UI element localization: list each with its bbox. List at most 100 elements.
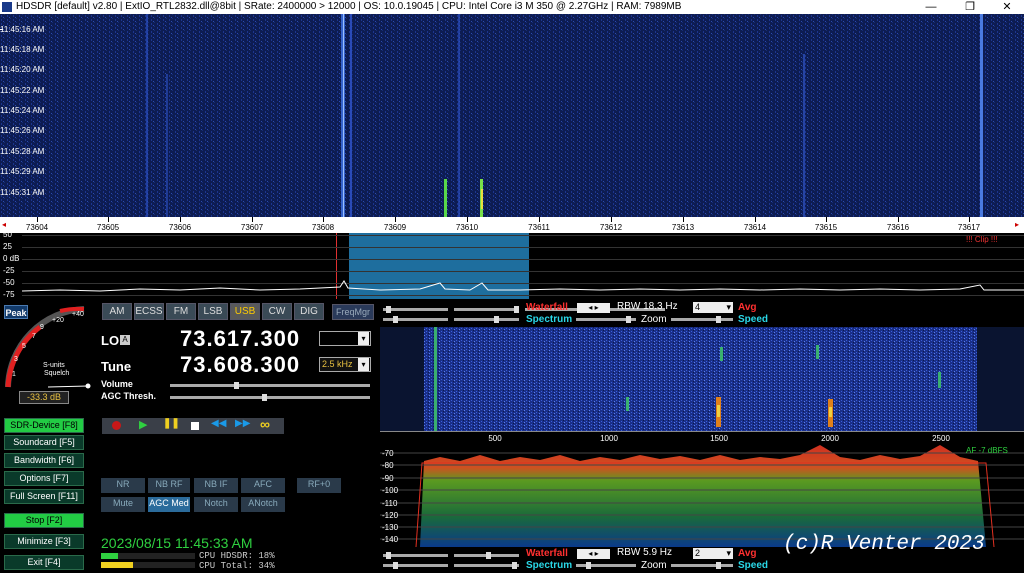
exit-button[interactable]: Exit [F4] <box>4 555 84 570</box>
timestamp: 11:45:16 AM <box>0 25 45 34</box>
af-spec-slider-2[interactable] <box>454 562 519 569</box>
freq-label: 73612 <box>599 223 623 232</box>
rf-gain-button[interactable]: RF+0 <box>297 478 341 493</box>
lo-dropdown[interactable]: ▾ <box>319 331 371 346</box>
tune-frequency-display[interactable]: 73.608.300 <box>180 352 300 378</box>
soundcard-button[interactable]: Soundcard [F5] <box>4 435 84 450</box>
slider-knob[interactable] <box>512 562 517 569</box>
signal-level-readout: -33.3 dB <box>19 391 69 404</box>
options-button[interactable]: Options [F7] <box>4 471 84 486</box>
spec-slider-3[interactable] <box>576 316 636 323</box>
minimize-window-button[interactable]: — <box>920 0 942 14</box>
af-spec-slider-3[interactable] <box>576 562 636 569</box>
smeter-scale-label: 3 <box>14 356 18 363</box>
af-waterfall[interactable] <box>380 327 1024 431</box>
agc-thresh-slider-knob[interactable] <box>262 394 267 401</box>
volume-slider[interactable] <box>170 382 370 389</box>
slider-knob[interactable] <box>393 316 398 323</box>
slider-knob[interactable] <box>716 316 721 323</box>
wf-slider-1[interactable] <box>383 306 448 313</box>
slider-knob[interactable] <box>386 552 391 559</box>
scroll-left-icon[interactable]: ◂ <box>2 220 6 229</box>
slider-knob[interactable] <box>386 306 391 313</box>
slider-knob[interactable] <box>393 562 398 569</box>
mode-ecss-button[interactable]: ECSS <box>134 303 164 320</box>
af-wf-slider-1[interactable] <box>383 552 448 559</box>
freq-tick <box>611 217 612 222</box>
af-db-label: -70 <box>382 449 394 458</box>
af-frequency-scale[interactable]: 500 1000 1500 2000 2500 <box>380 431 1024 445</box>
waterfall-controls: Waterfall ◂ ▸ RBW 18.3 Hz 4 ▾ Avg Spectru… <box>380 301 1024 326</box>
agc-thresh-label: AGC Thresh. <box>101 391 157 401</box>
full-screen-button[interactable]: Full Screen [F11] <box>4 489 84 504</box>
agc-med-button[interactable]: AGC Med <box>148 497 190 512</box>
tune-step-value: 2.5 kHz <box>322 359 353 369</box>
sdr-device-button[interactable]: SDR-Device [F8] <box>4 418 84 433</box>
stop-button[interactable]: Stop [F2] <box>4 513 84 528</box>
af-db-label: -100 <box>382 486 399 495</box>
freq-tick <box>683 217 684 222</box>
smeter-scale-label: 7 <box>32 333 36 340</box>
slider-knob[interactable] <box>486 552 491 559</box>
avg-top-dropdown[interactable]: 4 ▾ <box>693 302 733 313</box>
pause-icon[interactable]: ❚❚ <box>163 418 180 429</box>
smeter-title: S-units <box>43 362 65 369</box>
mode-usb-button[interactable]: USB <box>230 303 260 320</box>
play-icon[interactable]: ▶ <box>139 418 147 431</box>
afc-button[interactable]: AFC <box>241 478 285 493</box>
restore-window-button[interactable]: ❐ <box>959 0 981 14</box>
slider-knob[interactable] <box>494 316 499 323</box>
volume-slider-knob[interactable] <box>234 382 239 389</box>
spec-slider-2[interactable] <box>454 316 519 323</box>
mode-dig-button[interactable]: DIG <box>294 303 324 320</box>
agc-thresh-slider[interactable] <box>170 394 370 401</box>
af-spectrum[interactable]: -70 -80 -90 -100 -110 -120 -130 -140 AF … <box>380 445 1024 547</box>
record-icon[interactable] <box>112 421 121 430</box>
avg-bottom-dropdown[interactable]: 2 ▾ <box>693 548 733 559</box>
lo-frequency-display[interactable]: 73.617.300 <box>180 326 300 352</box>
app-icon <box>2 2 12 12</box>
rf-waterfall[interactable]: 11:45:16 AM 11:45:18 AM 11:45:20 AM 11:4… <box>0 14 1024 217</box>
fast-forward-icon[interactable]: ▶▶ <box>235 418 250 429</box>
af-wf-arrows-button[interactable]: ◂ ▸ <box>577 549 610 559</box>
smeter-scale-label: 1 <box>12 371 16 378</box>
close-window-button[interactable]: ✕ <box>996 0 1018 14</box>
slider-knob[interactable] <box>514 306 519 313</box>
stop-icon[interactable] <box>191 422 199 430</box>
minimize-button[interactable]: Minimize [F3] <box>4 534 84 549</box>
zoom-bottom-slider[interactable] <box>671 562 733 569</box>
loop-icon[interactable]: ∞ <box>260 416 270 432</box>
af-wf-slider-2[interactable] <box>454 552 519 559</box>
rewind-icon[interactable]: ◀◀ <box>211 418 226 429</box>
mode-lsb-button[interactable]: LSB <box>198 303 228 320</box>
nb-if-button[interactable]: NB IF <box>194 478 238 493</box>
spec-slider-1[interactable] <box>383 316 448 323</box>
chevron-down-icon[interactable]: ▾ <box>358 332 369 345</box>
wf-slider-2[interactable] <box>454 306 519 313</box>
timestamp: 11:45:26 AM <box>0 126 45 135</box>
bandwidth-button[interactable]: Bandwidth [F6] <box>4 453 84 468</box>
rf-spectrum[interactable]: 50 25 0 dB -25 -50 -75 !!! Clip !!! <box>0 233 1024 299</box>
scroll-right-icon[interactable]: ▸ <box>1015 220 1019 229</box>
freqmgr-button[interactable]: FreqMgr <box>332 304 374 320</box>
frequency-scale[interactable]: ◂ ▸ 73604 73605 73606 73607 73608 73609 … <box>0 217 1024 233</box>
slider-knob[interactable] <box>586 562 591 569</box>
timestamp: 11:45:31 AM <box>0 188 45 197</box>
slider-knob[interactable] <box>626 316 631 323</box>
slider-knob[interactable] <box>716 562 721 569</box>
mode-fm-button[interactable]: FM <box>166 303 196 320</box>
tune-step-dropdown[interactable]: 2.5 kHz ▾ <box>319 357 371 372</box>
anotch-button[interactable]: ANotch <box>241 497 285 512</box>
lo-a-badge[interactable]: A <box>120 335 130 345</box>
zoom-top-slider[interactable] <box>671 316 733 323</box>
mode-cw-button[interactable]: CW <box>262 303 292 320</box>
wf-arrows-button[interactable]: ◂ ▸ <box>577 303 610 313</box>
nb-rf-button[interactable]: NB RF <box>148 478 190 493</box>
af-spec-slider-1[interactable] <box>383 562 448 569</box>
nr-button[interactable]: NR <box>101 478 145 493</box>
notch-button[interactable]: Notch <box>194 497 238 512</box>
mute-button[interactable]: Mute <box>101 497 145 512</box>
chevron-down-icon[interactable]: ▾ <box>358 358 369 371</box>
af-spectrum-label: Spectrum <box>526 560 573 571</box>
mode-am-button[interactable]: AM <box>102 303 132 320</box>
